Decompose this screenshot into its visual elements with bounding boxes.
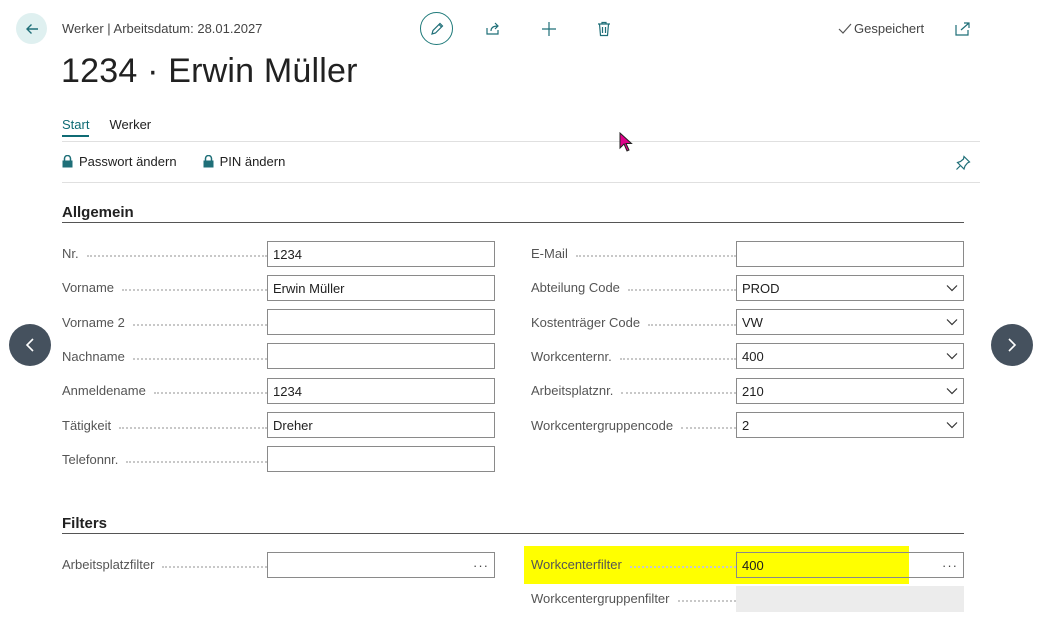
vorname2-input[interactable] [267,309,495,335]
nachname-input[interactable] [267,343,495,369]
actionbar-divider [62,182,980,183]
workcenternr-value: 400 [742,348,764,364]
field-label-anmeldename: Anmeldename [62,383,267,398]
next-record-button[interactable] [991,324,1033,366]
saved-label: Gespeichert [854,21,925,36]
field-label-nr: Nr. [62,246,267,261]
new-button[interactable] [532,12,565,45]
section-general-divider [62,222,964,223]
field-label-telefonnr: Telefonnr. [62,452,267,467]
section-general-title: Allgemein [62,204,134,221]
arbeitsplatzfilter-input[interactable]: ··· [267,552,495,578]
share-button[interactable] [476,12,509,45]
field-label-workcenternr: Workcenternr. [531,349,736,364]
vorname-input[interactable]: Erwin Müller [267,275,495,301]
action-bar: Passwort ändern PIN ändern [62,154,285,169]
field-label-vorname2: Vorname 2 [62,315,267,330]
chevron-down-icon [946,388,958,395]
tab-divider [62,141,980,142]
change-pin-button[interactable]: PIN ändern [203,154,286,169]
saved-status: Gespeichert [838,21,924,36]
pin-actions-button[interactable] [955,155,971,176]
chevron-down-icon [946,319,958,326]
field-label-workcentergruppenfilter: Workcentergruppenfilter [531,591,736,606]
tab-werker[interactable]: Werker [109,117,151,137]
share-icon [485,22,499,35]
field-label-nachname: Nachname [62,349,267,364]
tab-bar: Start Werker [62,117,151,137]
open-new-window-button[interactable] [946,12,979,45]
field-label-arbeitsplatzfilter: Arbeitsplatzfilter [62,557,267,572]
kostentraeger-code-value: VW [742,314,763,330]
field-label-abteilung-code: Abteilung Code [531,280,736,295]
page-context: Werker | Arbeitsdatum: 28.01.2027 [62,21,263,36]
field-label-arbeitsplatznr: Arbeitsplatznr. [531,383,736,398]
field-label-vorname: Vorname [62,280,267,295]
section-filters-title: Filters [62,515,108,532]
pin-icon [956,155,971,171]
kostentraeger-code-select[interactable]: VW [736,309,964,335]
arbeitsplatznr-select[interactable]: 210 [736,378,964,404]
section-filters-divider [62,533,964,534]
taetigkeit-input[interactable]: Dreher [267,412,495,438]
chevron-left-icon [25,338,34,352]
trash-icon [597,21,610,36]
open-in-new-window-icon [954,21,970,36]
field-label-kostentraeger-code: Kostenträger Code [531,315,736,330]
field-label-workcenterfilter: Workcenterfilter [531,557,736,572]
workcenterfilter-value: 400 [742,557,764,573]
pencil-icon [430,22,443,35]
previous-record-button[interactable] [9,324,51,366]
delete-button[interactable] [587,12,620,45]
back-button[interactable] [16,13,47,44]
field-label-taetigkeit: Tätigkeit [62,418,267,433]
plus-icon [541,21,556,36]
change-password-button[interactable]: Passwort ändern [62,154,177,169]
check-icon [838,23,852,34]
page-title: 1234 · Erwin Müller [61,52,358,90]
edit-button[interactable] [420,12,453,45]
change-password-label: Passwort ändern [79,154,177,169]
lock-icon [203,155,214,168]
abteilung-code-select[interactable]: PROD [736,275,964,301]
change-pin-label: PIN ändern [219,154,286,169]
anmeldename-input[interactable]: 1234 [267,378,495,404]
mouse-cursor-icon [619,132,633,152]
more-options-icon[interactable]: ··· [942,558,958,573]
telefonnr-input[interactable] [267,446,495,472]
workcenterfilter-input[interactable]: 400 ··· [736,552,964,578]
chevron-down-icon [946,353,958,360]
lock-icon [62,155,73,168]
chevron-right-icon [1008,338,1017,352]
field-label-workcentergruppencode: Workcentergruppencode [531,418,736,433]
chevron-down-icon [946,422,958,429]
more-options-icon[interactable]: ··· [473,558,489,573]
email-input[interactable] [736,241,964,267]
abteilung-code-value: PROD [742,280,780,296]
workcenternr-select[interactable]: 400 [736,343,964,369]
workcentergruppencode-value: 2 [742,417,750,433]
workcentergruppenfilter-input [736,586,964,612]
nr-input[interactable]: 1234 [267,241,495,267]
workcentergruppencode-select[interactable]: 2 [736,412,964,438]
arrow-left-icon [25,23,38,34]
tab-start[interactable]: Start [62,117,90,137]
field-label-email: E-Mail [531,246,736,261]
chevron-down-icon [946,285,958,292]
arbeitsplatznr-value: 210 [742,383,764,399]
